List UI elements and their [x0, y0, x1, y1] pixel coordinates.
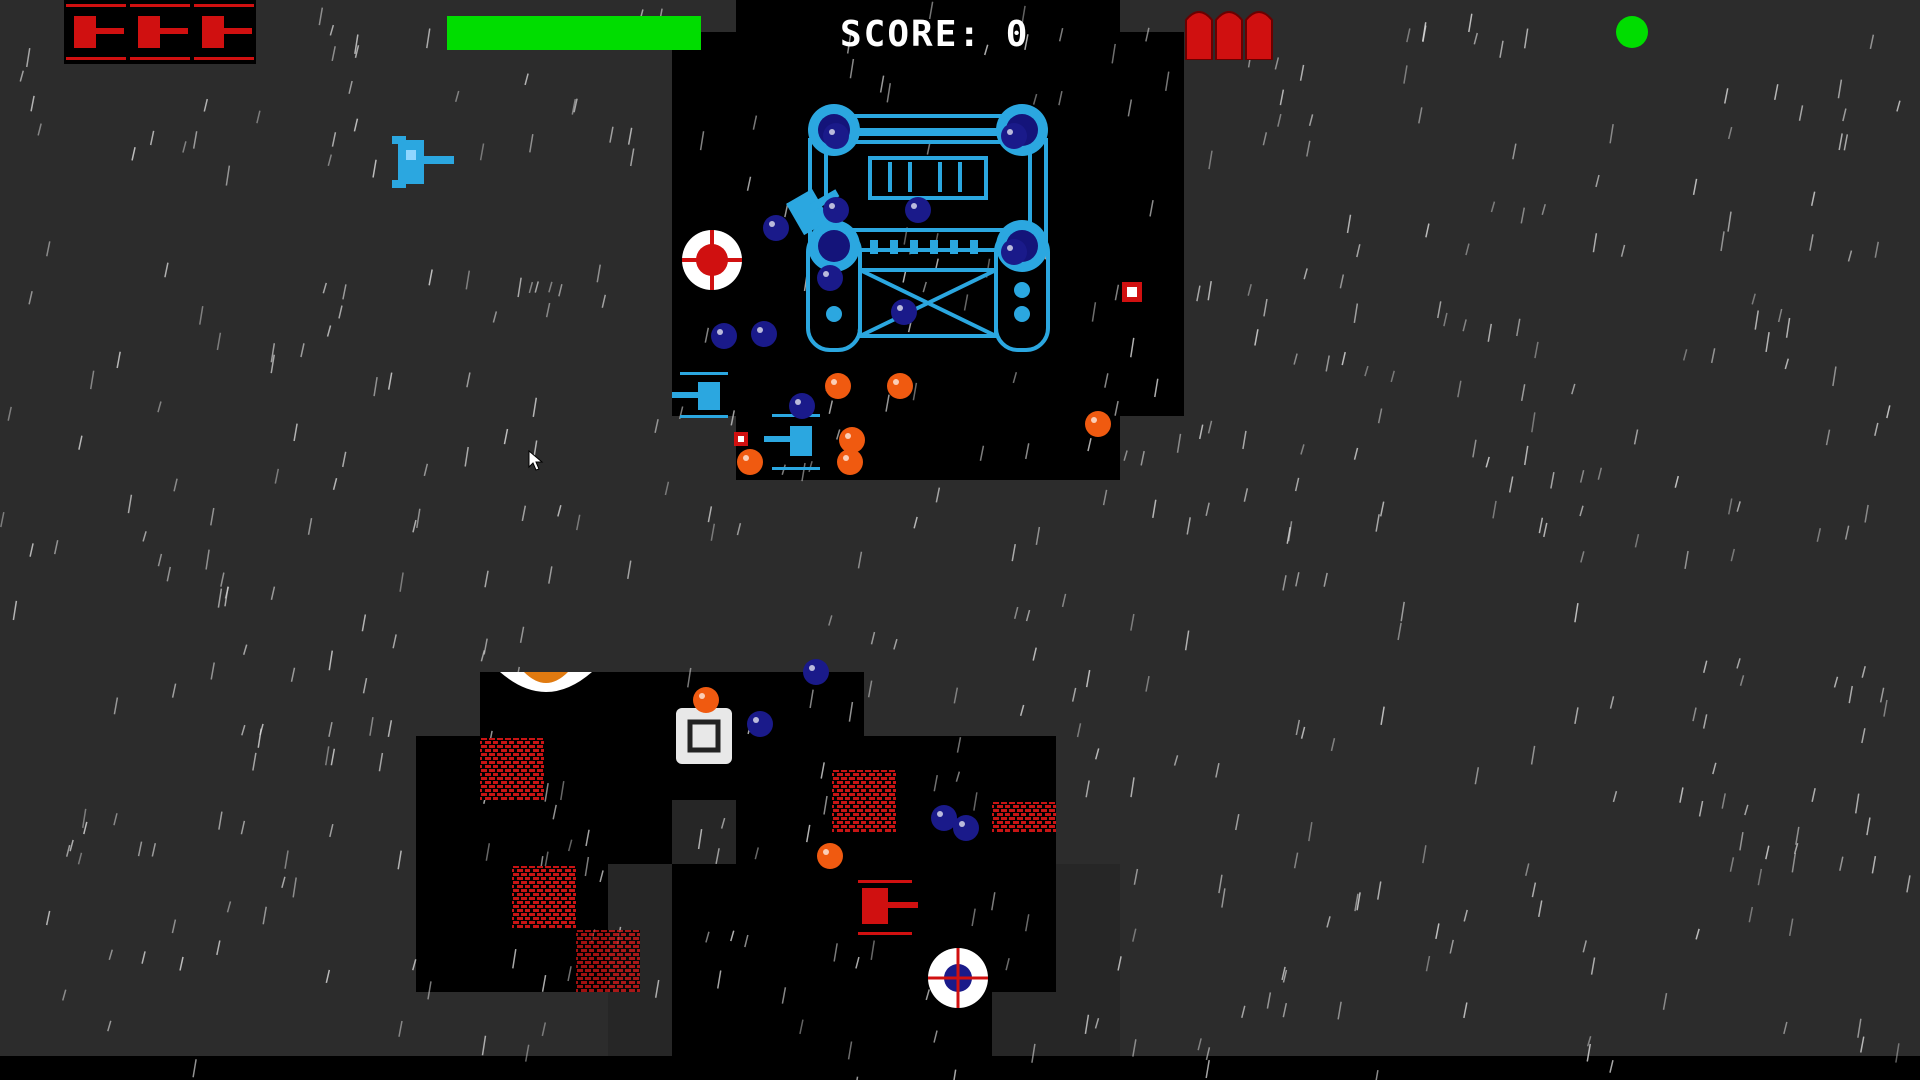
projectile-orb [905, 197, 931, 223]
projectile-orb [825, 373, 851, 399]
projectile-orb [803, 659, 829, 685]
ammo-indicator [1185, 11, 1273, 60]
game-viewport[interactable]: SCORE: 0 [0, 0, 1920, 1080]
projectile-orb [1085, 411, 1111, 437]
online-dot-icon [1616, 16, 1648, 48]
projectile-orb [817, 843, 843, 869]
projectile-orb [891, 299, 917, 325]
projectile-orb [1001, 123, 1027, 149]
projectile-orb [737, 449, 763, 475]
projectile-orb [953, 815, 979, 841]
projectile-orb [789, 393, 815, 419]
mouse-pointer-icon [528, 450, 544, 471]
score-label: SCORE: 0 [840, 14, 1030, 55]
health-bar [447, 16, 701, 50]
projectile-orb [763, 215, 789, 241]
projectile-orb [817, 265, 843, 291]
lives-indicator [64, 0, 256, 64]
shell-icon [1185, 11, 1213, 60]
projectile-orb [711, 323, 737, 349]
shell-icon [1245, 11, 1273, 60]
health-bar-fill [447, 16, 701, 50]
life-tank-icon [128, 0, 192, 64]
projectiles-layer [693, 123, 1111, 869]
projectile-orb [747, 711, 773, 737]
life-tank-icon [64, 0, 128, 64]
projectile-orb [839, 427, 865, 453]
projectile-orb [837, 449, 863, 475]
projectile-orb [693, 687, 719, 713]
projectile-orb [1001, 239, 1027, 265]
projectile-orb [823, 123, 849, 149]
life-tank-icon [192, 0, 256, 64]
projectile-orb [751, 321, 777, 347]
projectile-orb [823, 197, 849, 223]
projectile-orb [887, 373, 913, 399]
shell-icon [1215, 11, 1243, 60]
